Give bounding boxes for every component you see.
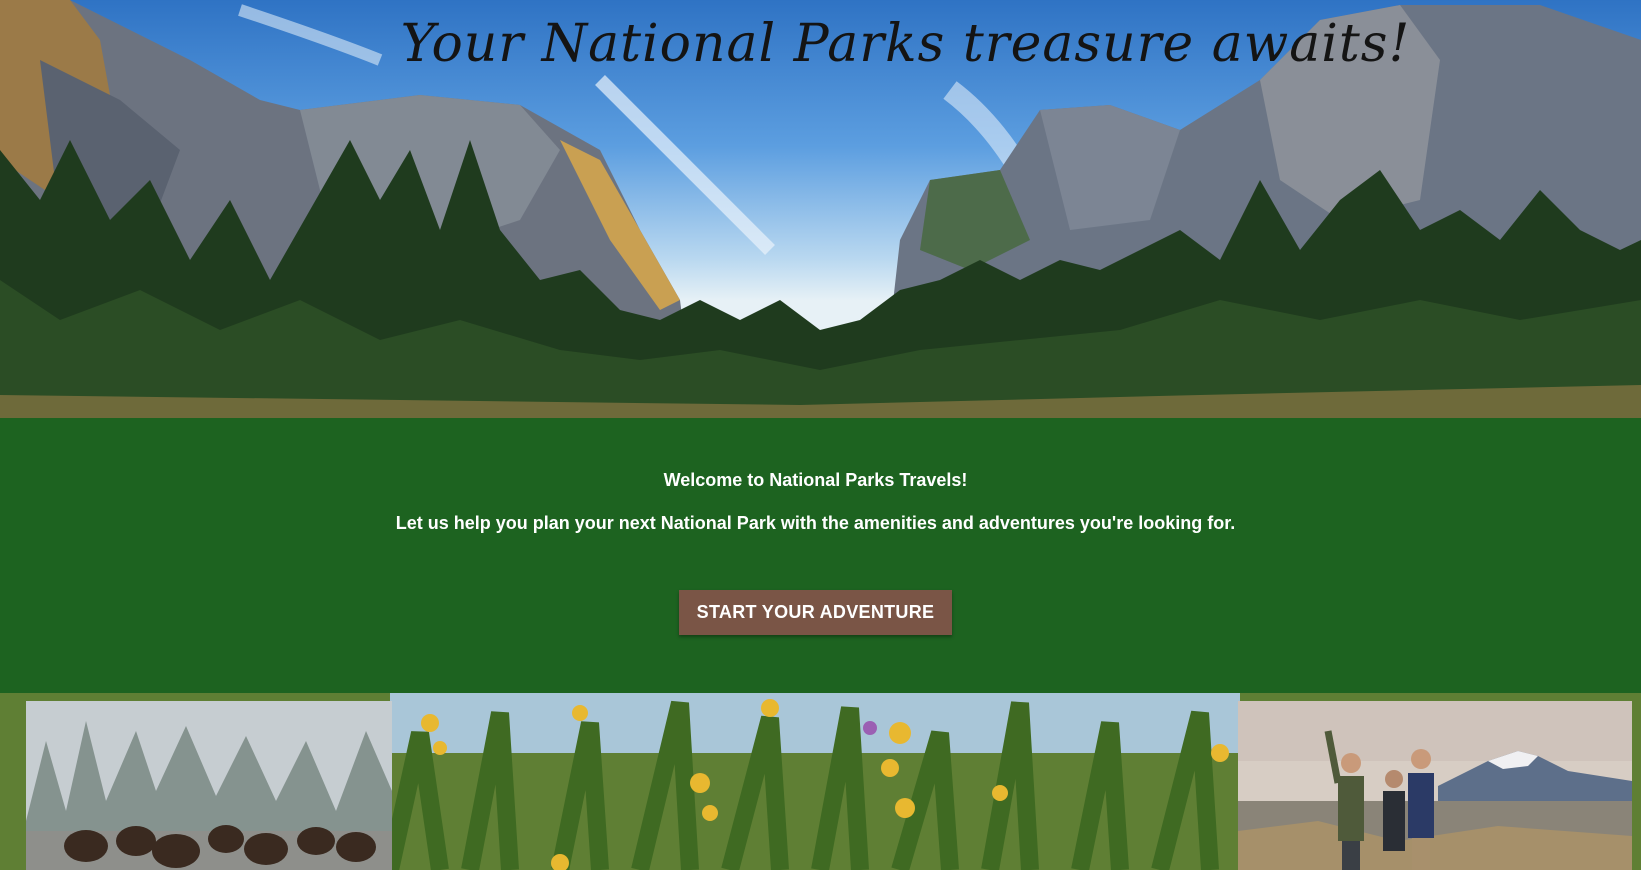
page: Your National Parks treasure awaits! Wel… bbox=[0, 0, 1641, 870]
hero-title: Your National Parks treasure awaits! bbox=[400, 14, 1411, 74]
start-adventure-button[interactable]: START YOUR ADVENTURE bbox=[679, 590, 952, 635]
bison-herd-photo bbox=[26, 701, 392, 870]
welcome-section: Welcome to National Parks Travels! Let u… bbox=[0, 418, 1641, 693]
welcome-description: Let us help you plan your next National … bbox=[395, 513, 1236, 533]
hero-banner: Your National Parks treasure awaits! bbox=[0, 0, 1641, 418]
gallery-strip bbox=[0, 693, 1641, 870]
hikers-selfie-photo bbox=[1238, 701, 1632, 870]
welcome-heading: Welcome to National Parks Travels! bbox=[663, 470, 968, 490]
